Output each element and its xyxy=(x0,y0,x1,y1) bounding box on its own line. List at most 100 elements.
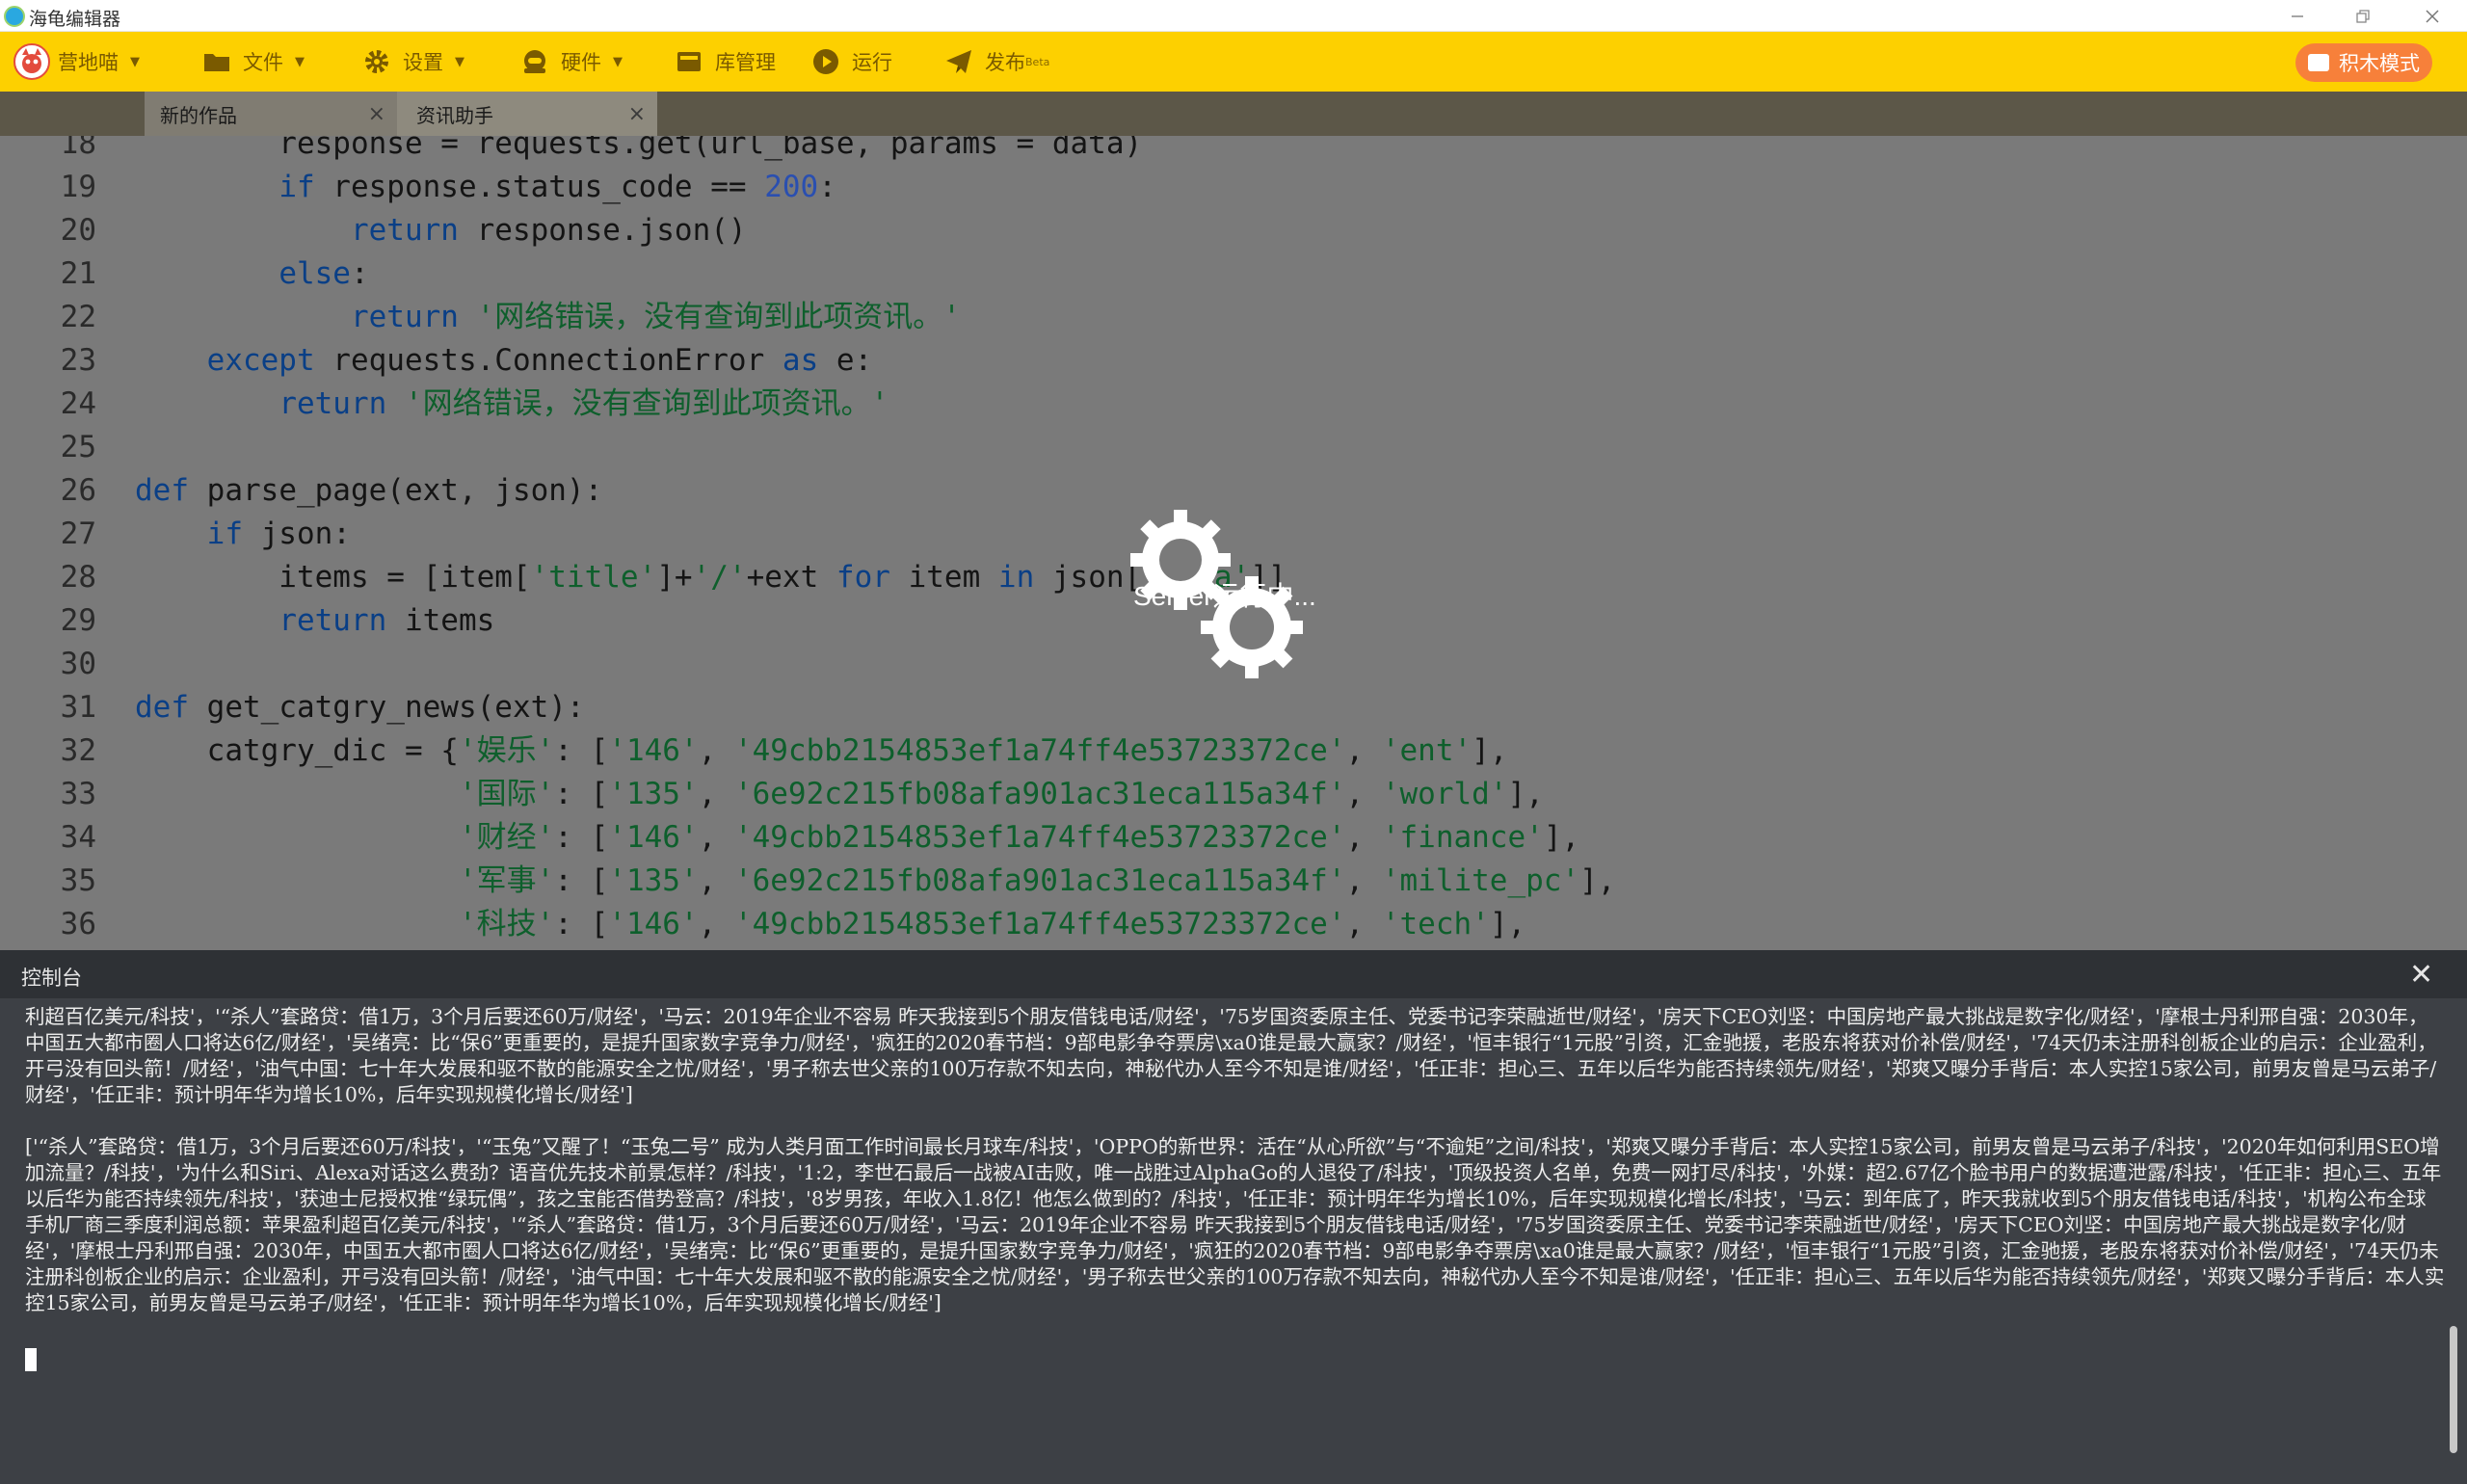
line-number: 32 xyxy=(60,733,96,768)
code-line: 18 response = requests.get(url_base, par… xyxy=(0,136,2467,166)
code-line: 23 except requests.ConnectionError as e: xyxy=(0,339,2467,383)
close-icon xyxy=(2426,9,2439,23)
tab-label: 新的作品 xyxy=(160,103,237,127)
cat-avatar-icon xyxy=(13,43,50,80)
chevron-down-icon: ▼ xyxy=(455,54,464,69)
code-text: return '网络错误，没有查询到此项资讯。' xyxy=(279,386,889,421)
code-text: '国际': ['135', '6e92c215fb08afa901ac31eca… xyxy=(458,777,1544,811)
library-icon xyxy=(675,47,703,76)
text-cursor xyxy=(25,1348,37,1371)
line-number: 31 xyxy=(60,690,96,725)
line-number: 20 xyxy=(60,213,96,248)
code-text: '科技': ['146', '49cbb2154853ef1a74ff4e537… xyxy=(458,907,1526,941)
line-number: 33 xyxy=(60,777,96,811)
chevron-down-icon: ▼ xyxy=(613,54,623,69)
restore-button[interactable] xyxy=(2336,0,2390,32)
console-header: 控制台 ✕ xyxy=(0,950,2467,998)
console-panel: 控制台 ✕ 利超百亿美元/科技'，'“杀人”套路贷：借1万，3个月后要还60万/… xyxy=(0,950,2467,1484)
console-output-block: ['“杀人”套路贷：借1万，3个月后要还60万/科技'，'“玉兔”又醒了！“玉兔… xyxy=(25,1135,2445,1314)
code-text: def get_catgry_news(ext): xyxy=(135,690,585,725)
line-number: 27 xyxy=(60,517,96,551)
line-number: 22 xyxy=(60,300,96,334)
line-number: 19 xyxy=(60,170,96,204)
code-line: 35 '军事': ['135', '6e92c215fb08afa901ac31… xyxy=(0,860,2467,903)
folder-icon xyxy=(202,47,231,76)
block-mode-label: 积木模式 xyxy=(2339,52,2420,75)
code-text: else: xyxy=(279,256,369,291)
library-button[interactable]: 库管理 xyxy=(675,32,776,92)
code-line: 22 return '网络错误，没有查询到此项资讯。' xyxy=(0,296,2467,339)
publish-button[interactable]: 发布 Beta xyxy=(944,32,1049,92)
run-button[interactable]: 运行 xyxy=(811,32,892,92)
minimize-icon xyxy=(2292,14,2303,17)
hardware-menu[interactable]: 硬件 ▼ xyxy=(520,32,623,92)
line-number: 36 xyxy=(60,907,96,941)
tab-bar: 新的作品 × 资讯助手 × xyxy=(0,92,2467,136)
console-scrollbar[interactable] xyxy=(2450,1326,2457,1453)
code-line: 31 def get_catgry_news(ext): xyxy=(0,686,2467,729)
camp-label: 营地喵 xyxy=(58,51,119,74)
line-number: 26 xyxy=(60,473,96,508)
code-text: except requests.ConnectionError as e: xyxy=(206,343,873,378)
close-tab-icon[interactable]: × xyxy=(368,102,385,126)
minimize-button[interactable] xyxy=(2270,0,2324,32)
code-line: 20 return response.json() xyxy=(0,209,2467,252)
code-text: if response.status_code == 200: xyxy=(279,170,836,204)
settings-label: 设置 xyxy=(403,51,443,74)
line-number: 25 xyxy=(60,430,96,464)
code-line: 32 catgry_dic = {'娱乐': ['146', '49cbb215… xyxy=(0,729,2467,773)
code-line: 36 '科技': ['146', '49cbb2154853ef1a74ff4e… xyxy=(0,903,2467,946)
line-number: 34 xyxy=(60,820,96,855)
console-output[interactable]: 利超百亿美元/科技'，'“杀人”套路贷：借1万，3个月后要还60万/财经'，'马… xyxy=(25,1004,2446,1378)
restore-icon xyxy=(2356,9,2370,23)
block-mode-button[interactable]: 积木模式 xyxy=(2295,43,2432,82)
line-number: 29 xyxy=(60,603,96,638)
line-number: 35 xyxy=(60,863,96,898)
close-window-button[interactable] xyxy=(2405,0,2459,32)
run-label: 运行 xyxy=(852,51,892,74)
code-text: return items xyxy=(279,603,495,638)
file-label: 文件 xyxy=(243,51,283,74)
code-editor[interactable]: 18 response = requests.get(url_base, par… xyxy=(0,136,2467,950)
code-text: return response.json() xyxy=(350,213,747,248)
camp-menu[interactable]: 营地喵 ▼ xyxy=(13,32,140,92)
code-text: return '网络错误，没有查询到此项资讯。' xyxy=(350,300,961,334)
tab-label: 资讯助手 xyxy=(416,103,493,127)
code-text: if json: xyxy=(206,517,351,551)
line-number: 30 xyxy=(60,647,96,681)
code-text: '军事': ['135', '6e92c215fb08afa901ac31eca… xyxy=(458,863,1616,898)
play-icon xyxy=(811,47,840,76)
line-number: 24 xyxy=(60,386,96,421)
blocks-icon xyxy=(2308,54,2329,71)
server-status-text: Server运行中... xyxy=(1133,581,1316,611)
line-number: 23 xyxy=(60,343,96,378)
code-text: items = [item['title']+'/'+ext for item … xyxy=(135,560,1287,595)
console-title: 控制台 xyxy=(21,967,82,990)
tab-news-assistant[interactable]: 资讯助手 × xyxy=(397,92,657,136)
file-menu[interactable]: 文件 ▼ xyxy=(202,32,305,92)
console-output-block: 利超百亿美元/科技'，'“杀人”套路贷：借1万，3个月后要还60万/财经'，'马… xyxy=(25,1005,2437,1106)
code-line: 33 '国际': ['135', '6e92c215fb08afa901ac31… xyxy=(0,773,2467,816)
line-number: 21 xyxy=(60,256,96,291)
publish-label: 发布 xyxy=(985,51,1025,74)
settings-menu[interactable]: 设置 ▼ xyxy=(362,32,464,92)
code-text: def parse_page(ext, json): xyxy=(135,473,603,508)
code-line: 19 if response.status_code == 200: xyxy=(0,166,2467,209)
close-icon[interactable]: ✕ xyxy=(2409,958,2433,992)
library-label: 库管理 xyxy=(715,51,776,74)
beta-badge: Beta xyxy=(1025,55,1050,68)
paper-plane-icon xyxy=(944,47,973,76)
code-text: catgry_dic = {'娱乐': ['146', '49cbb215485… xyxy=(135,733,1508,768)
title-bar: 海龟编辑器 xyxy=(0,0,2467,32)
main-toolbar: 营地喵 ▼ 文件 ▼ 设置 ▼ 硬件 ▼ 库管理 运行 发布 Beta 积木模式 xyxy=(0,32,2467,92)
tab-new-work[interactable]: 新的作品 × xyxy=(145,92,397,136)
window-title: 海龟编辑器 xyxy=(29,9,121,30)
code-line: 24 return '网络错误，没有查询到此项资讯。' xyxy=(0,383,2467,426)
code-text: '财经': ['146', '49cbb2154853ef1a74ff4e537… xyxy=(458,820,1580,855)
chevron-down-icon: ▼ xyxy=(130,54,140,69)
code-line: 34 '财经': ['146', '49cbb2154853ef1a74ff4e… xyxy=(0,816,2467,860)
app-logo-icon xyxy=(4,6,25,27)
close-tab-icon[interactable]: × xyxy=(628,102,646,126)
code-text: response = requests.get(url_base, params… xyxy=(135,136,1143,161)
line-number: 18 xyxy=(60,136,96,161)
